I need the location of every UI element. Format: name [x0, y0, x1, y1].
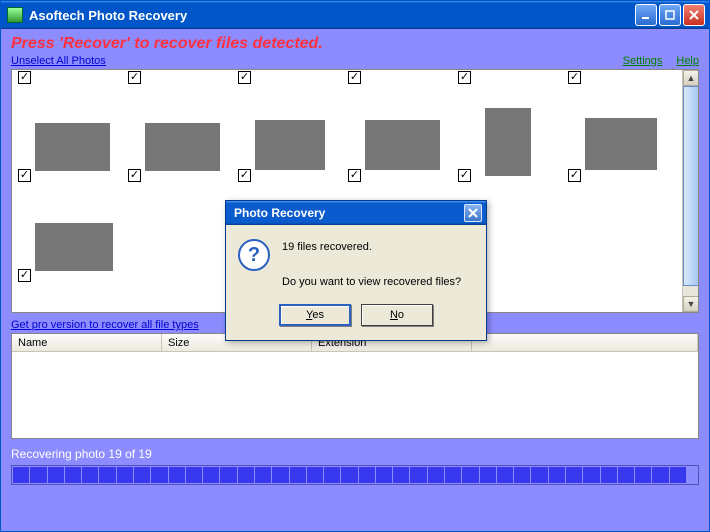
thumbnail[interactable]: ✓	[457, 88, 562, 183]
thumbnail[interactable]: ✓	[567, 88, 672, 183]
dialog-text: 19 files recovered. Do you want to view …	[282, 239, 461, 292]
photo-image	[255, 120, 325, 170]
no-button[interactable]: No	[361, 304, 433, 326]
photo-image	[585, 118, 657, 170]
dialog-line2: Do you want to view recovered files?	[282, 274, 461, 292]
scroll-thumb[interactable]	[683, 86, 699, 286]
unselect-all-link[interactable]: Unselect All Photos	[11, 55, 106, 67]
settings-link[interactable]: Settings	[623, 55, 663, 67]
thumb-checkbox[interactable]: ✓	[238, 169, 251, 182]
photo-image	[35, 223, 113, 271]
dialog-titlebar: Photo Recovery	[226, 201, 486, 225]
photo-image	[35, 123, 110, 171]
thumb-checkbox[interactable]: ✓	[18, 169, 31, 182]
thumb-checkbox[interactable]: ✓	[568, 169, 581, 182]
dialog-close-button[interactable]	[464, 204, 482, 222]
titlebar: Asoftech Photo Recovery	[1, 1, 709, 29]
thumb-checkbox[interactable]: ✓	[458, 71, 471, 84]
photo-image	[145, 123, 220, 171]
thumb-checkbox[interactable]: ✓	[348, 71, 361, 84]
thumbnail[interactable]: ✓	[17, 88, 122, 183]
maximize-button[interactable]	[659, 4, 681, 26]
thumb-checkbox[interactable]: ✓	[568, 71, 581, 84]
col-spare	[472, 334, 698, 351]
thumb-checkbox[interactable]: ✓	[348, 169, 361, 182]
app-icon	[7, 7, 23, 23]
yes-button[interactable]: Yes	[279, 304, 351, 326]
instruction-text: Press 'Recover' to recover files detecte…	[11, 35, 699, 53]
minimize-button[interactable]	[635, 4, 657, 26]
thumb-checkbox[interactable]: ✓	[128, 169, 141, 182]
thumb-checkbox[interactable]: ✓	[18, 71, 31, 84]
grid-body	[12, 352, 698, 438]
thumb-checkbox[interactable]: ✓	[128, 71, 141, 84]
window-title: Asoftech Photo Recovery	[29, 8, 633, 23]
thumb-scrollbar[interactable]: ▲ ▼	[682, 70, 698, 312]
thumbnail[interactable]: ✓	[347, 88, 452, 183]
thumbnail[interactable]: ✓	[237, 88, 342, 183]
thumbnail[interactable]: ✓	[127, 88, 232, 183]
file-grid: Name Size Extension	[11, 333, 699, 439]
col-name[interactable]: Name	[12, 334, 162, 351]
thumbnail[interactable]: ✓	[17, 188, 122, 283]
help-link[interactable]: Help	[676, 55, 699, 67]
thumb-checkbox[interactable]: ✓	[18, 269, 31, 282]
scroll-up-button[interactable]: ▲	[683, 70, 699, 86]
thumb-checkbox[interactable]: ✓	[238, 71, 251, 84]
question-icon: ?	[238, 239, 270, 271]
dialog-title: Photo Recovery	[234, 206, 464, 220]
status-text: Recovering photo 19 of 19	[11, 447, 699, 461]
recovery-dialog: Photo Recovery ? 19 files recovered. Do …	[225, 200, 487, 341]
progress-bar	[11, 465, 699, 485]
scroll-down-button[interactable]: ▼	[683, 296, 699, 312]
photo-image	[485, 108, 531, 176]
photo-image	[365, 120, 440, 170]
close-button[interactable]	[683, 4, 705, 26]
thumb-checkbox[interactable]: ✓	[458, 169, 471, 182]
top-links: Unselect All Photos Settings Help	[11, 55, 699, 67]
dialog-line1: 19 files recovered.	[282, 239, 461, 257]
